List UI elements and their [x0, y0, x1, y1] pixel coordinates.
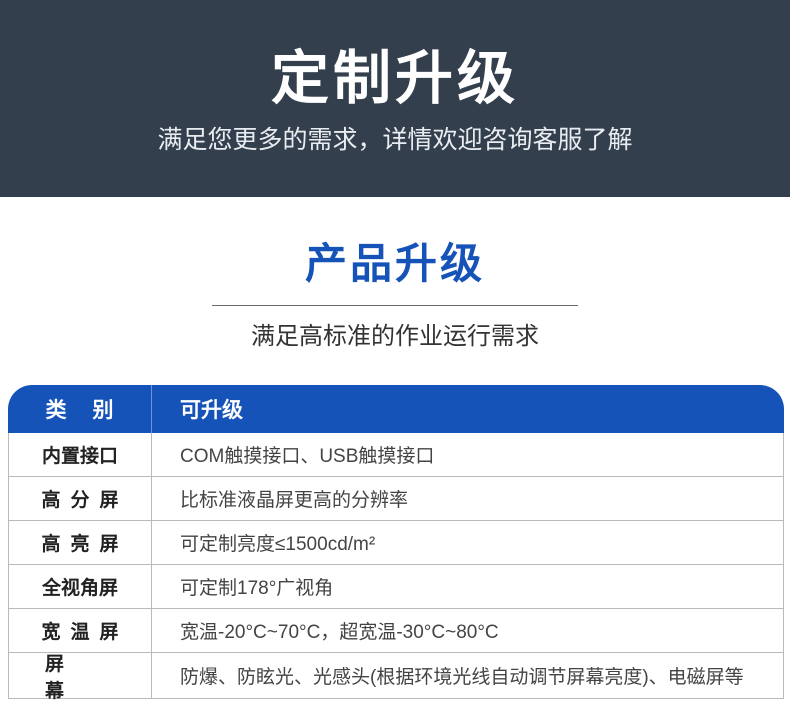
table-row: 高分屏 比标准液晶屏更高的分辨率 [9, 477, 783, 521]
table-row: 屏幕 防爆、防眩光、光感头(根据环境光线自动调节屏幕亮度)、电磁屏等 [9, 653, 783, 702]
row-value: 可定制亮度≤1500cd/m² [180, 534, 376, 555]
section-title: 产品升级 [304, 240, 485, 287]
row-value: 可定制178°广视角 [180, 578, 334, 599]
row-key: 屏幕 [9, 653, 152, 702]
header-divider [151, 385, 152, 433]
table-row: 全视角屏 可定制178°广视角 [9, 565, 783, 609]
hero-banner: 定制升级 满足您更多的需求，详情欢迎咨询客服了解 [0, 0, 790, 197]
section-divider [212, 305, 578, 306]
hero-title: 定制升级 [270, 46, 519, 111]
row-key: 全视角屏 [9, 565, 152, 608]
row-key: 宽温屏 [9, 609, 152, 652]
row-value: 比标准液晶屏更高的分辨率 [180, 490, 409, 511]
header-upgrade: 可升级 [180, 399, 243, 422]
row-value: 防爆、防眩光、光感头(根据环境光线自动调节屏幕亮度)、电磁屏等 [180, 667, 744, 688]
row-value: COM触摸接口、USB触摸接口 [180, 446, 435, 467]
row-key: 高分屏 [9, 477, 152, 520]
table-row: 内置接口 COM触摸接口、USB触摸接口 [9, 433, 783, 477]
row-key: 高亮屏 [9, 521, 152, 564]
row-value: 宽温-20°C~70°C，超宽温-30°C~80°C [180, 622, 499, 643]
table-header: 类别 可升级 [8, 385, 784, 433]
hero-subtitle: 满足您更多的需求，详情欢迎咨询客服了解 [157, 126, 633, 154]
table-row: 宽温屏 宽温-20°C~70°C，超宽温-30°C~80°C [9, 609, 783, 653]
upgrade-table: 类别 可升级 内置接口 COM触摸接口、USB触摸接口 高分屏 比标准液晶屏更高… [8, 385, 784, 702]
row-key: 内置接口 [9, 433, 152, 476]
table-row: 高亮屏 可定制亮度≤1500cd/m² [9, 521, 783, 565]
table-body: 内置接口 COM触摸接口、USB触摸接口 高分屏 比标准液晶屏更高的分辨率 高亮… [8, 433, 784, 702]
header-category: 类别 [45, 399, 140, 422]
section-subtitle: 满足高标准的作业运行需求 [251, 323, 539, 350]
